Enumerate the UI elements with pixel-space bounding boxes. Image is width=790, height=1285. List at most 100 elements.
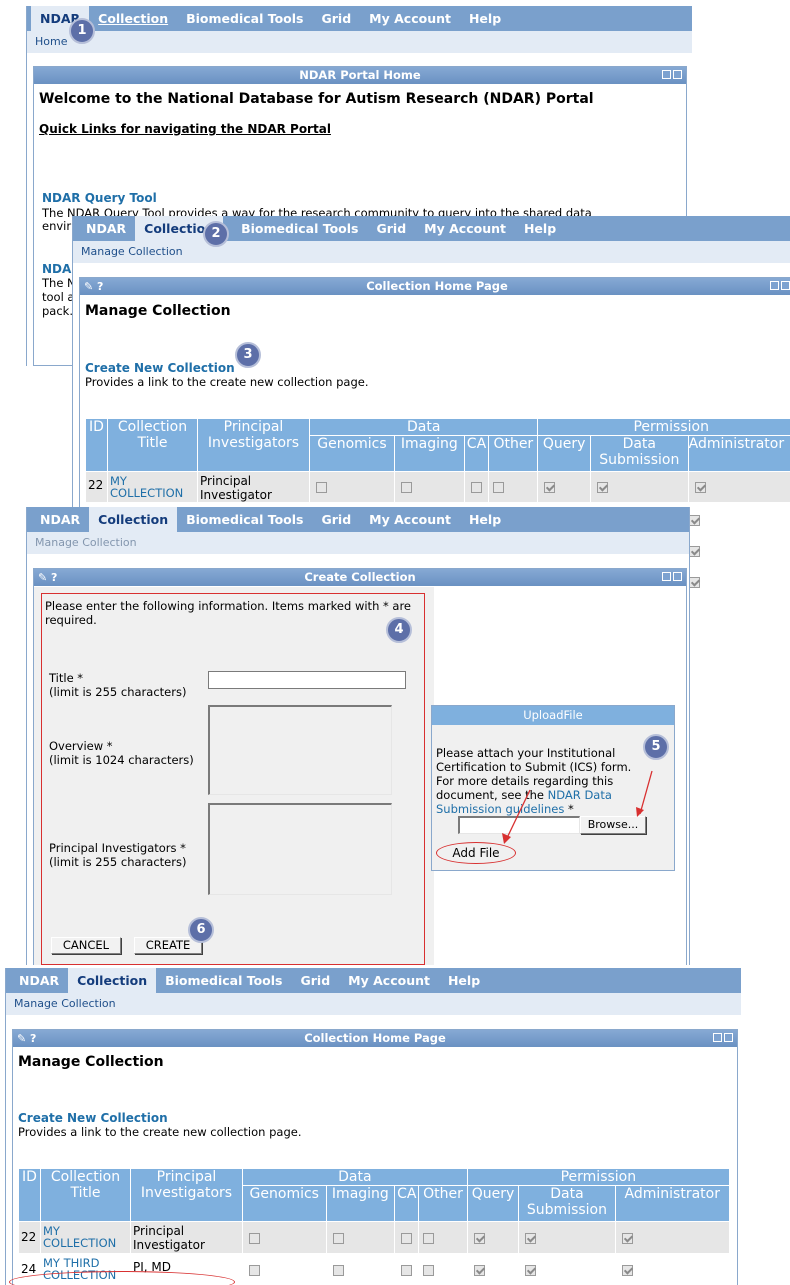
col-other: Other [418,1185,468,1222]
breadcrumb-manage-collection[interactable]: Manage Collection [81,245,183,258]
nav-my-account[interactable]: My Account [415,216,515,241]
query-checkbox[interactable] [473,1265,485,1276]
col-title: Collection Title [40,1168,131,1222]
query-checkbox[interactable] [544,482,556,493]
ca-checkbox[interactable] [401,1265,413,1276]
col-id: ID [18,1168,41,1222]
table-row: 22 MY COLLECTION Principal Investigator [85,471,790,503]
nav-collection[interactable]: Collection [89,507,178,532]
imaging-checkbox[interactable] [400,482,412,493]
collection-title-link[interactable]: MY COLLECTION [40,1221,131,1254]
nav-help[interactable]: Help [515,216,565,241]
desc-frag-1: The N [42,276,76,290]
col-pi: Principal Investigators [197,418,310,472]
minimize-icon[interactable] [713,1033,722,1042]
collection-table: ID Collection Title Principal Investigator… [85,418,790,503]
cancel-button[interactable]: CANCEL [51,937,121,954]
breadcrumb-manage-collection[interactable]: Manage Collection [35,536,137,549]
col-ca: CA [394,1185,420,1222]
submission-checkbox[interactable] [596,482,608,493]
step-badge-4: 4 [386,617,412,643]
other-checkbox[interactable] [493,482,505,493]
nav-collection[interactable]: Collection [68,968,157,993]
submission-checkbox[interactable] [525,1265,537,1276]
nav-my-account[interactable]: My Account [339,968,439,993]
breadcrumb-manage-collection[interactable]: Manage Collection [14,997,116,1010]
query-tool-link[interactable]: NDAR Query Tool [42,191,157,205]
nav-ndar[interactable]: NDAR [77,216,135,241]
ca-checkbox[interactable] [401,1233,413,1244]
col-query: Query [466,1185,520,1222]
col-data-submission: Data Submission [589,435,689,472]
welcome-heading: Welcome to the National Database for Aut… [39,91,594,107]
genomics-checkbox[interactable] [249,1233,260,1244]
maximize-icon[interactable] [673,70,682,79]
nav-help[interactable]: Help [460,507,510,532]
minimize-icon[interactable] [662,70,671,79]
edit-help-icons[interactable]: ✎ ? [17,1030,36,1047]
edit-help-icons[interactable]: ✎ ? [84,278,103,295]
col-id: ID [85,418,108,472]
other-checkbox[interactable] [423,1265,435,1276]
genomics-checkbox[interactable] [249,1265,260,1276]
collection-table: ID Collection Title Principal Investigator… [18,1168,731,1285]
other-checkbox[interactable] [423,1233,435,1244]
ca-checkbox[interactable] [470,482,482,493]
upload-file-box: UploadFile Please attach your Institutio… [431,705,675,871]
main-nav: NDAR Collection Biomedical Tools Grid My… [27,6,692,31]
admin-checkbox[interactable] [689,577,700,588]
quick-links-heading: Quick Links for navigating the NDAR Port… [39,122,331,136]
title-input[interactable] [208,671,406,689]
panel-title: ✎ ? Collection Home Page [13,1030,737,1047]
nav-grid[interactable]: Grid [292,968,340,993]
admin-checkbox[interactable] [694,482,706,493]
col-administrator: Administrator [687,435,790,472]
maximize-icon[interactable] [724,1033,733,1042]
nav-help[interactable]: Help [439,968,489,993]
admin-checkbox[interactable] [689,546,700,557]
nav-biomedical-tools[interactable]: Biomedical Tools [223,216,367,241]
maximize-icon[interactable] [673,572,682,581]
admin-checkbox[interactable] [689,515,700,526]
nav-biomedical-tools[interactable]: Biomedical Tools [177,507,312,532]
desc-frag-2: tool a [42,290,75,304]
main-nav: NDAR Collection Biomedical Tools Grid My… [6,968,741,993]
admin-checkbox[interactable] [621,1233,633,1244]
collection-title-link[interactable]: MY COLLECTION [107,471,198,503]
maximize-icon[interactable] [781,281,790,290]
imaging-checkbox[interactable] [332,1233,344,1244]
nav-grid[interactable]: Grid [313,507,361,532]
nav-ndar[interactable]: NDAR [31,507,89,532]
nav-ndar[interactable]: NDAR [10,968,68,993]
nav-grid[interactable]: Grid [313,6,361,31]
nav-biomedical-tools[interactable]: Biomedical Tools [156,968,291,993]
genomics-checkbox[interactable] [316,482,327,493]
step-badge-5: 5 [643,734,669,760]
edit-help-icons[interactable]: ✎ ? [38,569,57,586]
minimize-icon[interactable] [770,281,779,290]
nav-biomedical-tools[interactable]: Biomedical Tools [177,6,312,31]
create-new-collection-link[interactable]: Create New Collection [18,1111,168,1125]
col-imaging: Imaging [393,435,465,472]
screen-create-collection: NDAR Collection Biomedical Tools Grid My… [26,507,690,965]
nav-grid[interactable]: Grid [368,216,416,241]
nav-my-account[interactable]: My Account [360,507,460,532]
overview-textarea[interactable] [208,705,392,795]
col-query: Query [537,435,591,472]
create-new-collection-link[interactable]: Create New Collection [85,361,235,375]
window-buttons [662,572,682,581]
main-nav: NDAR Collection Biomedical Tools Grid My… [73,216,790,241]
imaging-checkbox[interactable] [332,1265,344,1276]
query-checkbox[interactable] [473,1233,485,1244]
create-new-collection-desc: Provides a link to the create new collec… [18,1125,302,1139]
minimize-icon[interactable] [662,572,671,581]
admin-checkbox[interactable] [621,1265,633,1276]
nav-collection[interactable]: Collection [89,6,177,31]
col-genomics: Genomics [242,1185,327,1222]
nav-help[interactable]: Help [460,6,510,31]
pi-textarea[interactable] [208,803,392,895]
nav-my-account[interactable]: My Account [360,6,460,31]
col-administrator: Administrator [614,1185,731,1222]
breadcrumb-home[interactable]: Home [35,35,67,48]
submission-checkbox[interactable] [525,1233,537,1244]
